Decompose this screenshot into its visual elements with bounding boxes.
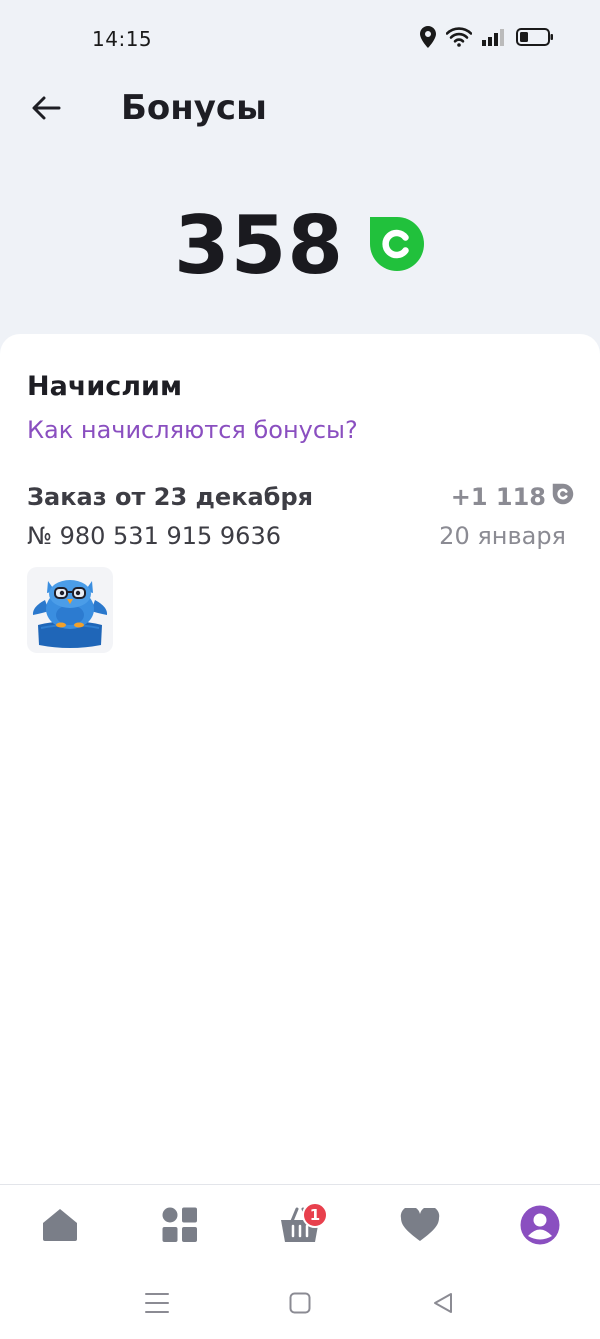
order-bonus-amount: +1 118	[451, 483, 574, 511]
system-back-button[interactable]	[428, 1290, 458, 1320]
bottom-navigation: 1	[0, 1184, 600, 1268]
back-triangle-icon	[432, 1292, 454, 1318]
signal-icon	[482, 28, 506, 46]
section-title: Начислим	[27, 371, 183, 402]
accruals-card: Начислим Как начисляются бонусы? Заказ о…	[0, 334, 600, 1184]
system-menu-button[interactable]	[142, 1290, 172, 1320]
nav-favorites-button[interactable]	[398, 1205, 442, 1249]
order-number: № 980 531 915 9636	[27, 522, 281, 550]
product-thumbnail-owl[interactable]	[27, 567, 113, 653]
arrow-left-icon	[31, 95, 61, 125]
nav-profile-button[interactable]	[518, 1205, 562, 1249]
system-navigation	[0, 1268, 600, 1339]
catalog-icon	[162, 1207, 198, 1247]
location-icon	[420, 26, 436, 48]
menu-icon	[145, 1292, 169, 1318]
system-home-button[interactable]	[285, 1290, 315, 1320]
cart-badge: 1	[302, 1202, 328, 1228]
nav-cart-button[interactable]: 1	[278, 1202, 328, 1249]
status-icons	[420, 26, 554, 48]
order-amount-value: +1 118	[450, 483, 546, 511]
bonus-coin-icon	[368, 215, 426, 277]
how-bonuses-accrue-link[interactable]: Как начисляются бонусы?	[27, 416, 358, 444]
order-title: Заказ от 23 декабря	[27, 483, 314, 511]
nav-home-button[interactable]	[38, 1205, 82, 1249]
header: Бонусы	[0, 78, 600, 140]
battery-icon	[516, 27, 554, 47]
bonus-balance: 358	[0, 200, 600, 292]
order-accrual-date: 20 января	[439, 522, 566, 550]
home-square-icon	[289, 1292, 311, 1318]
status-time: 14:15	[92, 27, 153, 51]
home-icon	[42, 1208, 78, 1246]
nav-catalog-button[interactable]	[158, 1205, 202, 1249]
heart-icon	[400, 1206, 440, 1246]
page-title: Бонусы	[121, 88, 267, 128]
status-bar: 14:15	[0, 0, 600, 78]
wifi-icon	[446, 27, 472, 47]
profile-icon	[520, 1205, 560, 1249]
back-button[interactable]	[26, 90, 66, 130]
balance-value: 358	[174, 199, 344, 292]
bonus-coin-small-icon	[552, 483, 574, 511]
